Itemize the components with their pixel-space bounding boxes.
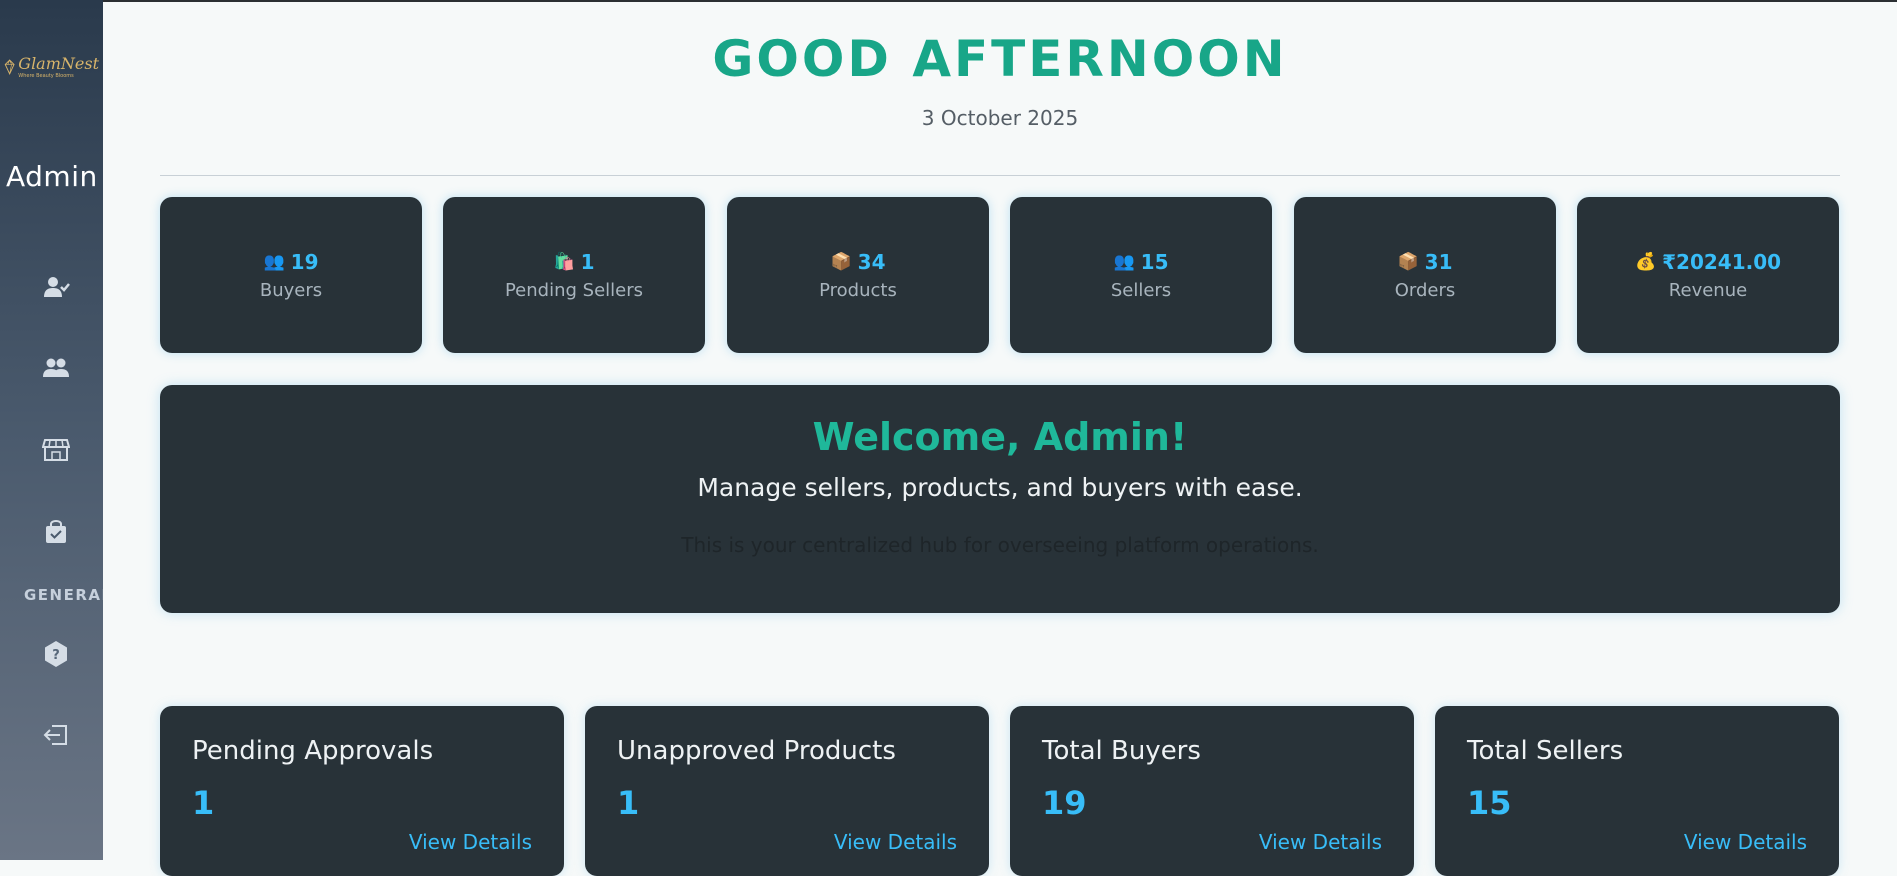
sellers-icon: 👥 <box>1113 251 1135 272</box>
stat-card-revenue[interactable]: 💰 ₹20241.00 Revenue <box>1577 197 1839 353</box>
card-pending-approvals: Pending Approvals 1 View Details <box>160 706 564 876</box>
brand-tagline: Where Beauty Blooms <box>18 72 74 79</box>
view-details-link[interactable]: View Details <box>1259 830 1382 854</box>
top-border <box>0 0 1897 2</box>
stat-value: 15 <box>1140 249 1169 274</box>
stat-label: Sellers <box>1110 279 1172 301</box>
brand-logo[interactable]: GlamNest Where Beauty Blooms <box>4 48 99 86</box>
stat-value: 19 <box>290 249 319 274</box>
stat-label: Products <box>819 279 897 301</box>
stat-card-sellers[interactable]: 👥 15 Sellers <box>1010 197 1272 353</box>
sidebar-item-users[interactable] <box>38 350 74 386</box>
welcome-subtitle: Manage sellers, products, and buyers wit… <box>697 473 1303 502</box>
store-icon <box>42 439 70 461</box>
package-icon: 📦 <box>830 251 852 272</box>
greeting-title: GOOD AFTERNOON <box>712 30 1288 88</box>
buyers-icon: 👥 <box>263 251 285 272</box>
stat-label: Pending Sellers <box>504 279 644 301</box>
stat-label: Buyers <box>259 279 323 301</box>
stat-card-pending-sellers[interactable]: 🛍️ 1 Pending Sellers <box>443 197 705 353</box>
sidebar-item-orders[interactable] <box>38 513 74 549</box>
stat-label: Revenue <box>1668 279 1748 301</box>
card-total-sellers: Total Sellers 15 View Details <box>1435 706 1839 876</box>
sidebar: GlamNest Where Beauty Blooms Admin GENER… <box>0 0 103 860</box>
stat-value: 1 <box>580 249 595 274</box>
logout-icon <box>43 725 67 745</box>
shopping-bag-icon <box>46 520 66 543</box>
current-date: 3 October 2025 <box>921 106 1079 130</box>
sidebar-item-logout[interactable] <box>38 717 74 753</box>
card-unapproved-products: Unapproved Products 1 View Details <box>585 706 989 876</box>
sidebar-item-help[interactable]: ? <box>38 636 74 672</box>
welcome-title: Welcome, Admin! <box>812 415 1188 459</box>
card-title: Unapproved Products <box>617 736 896 766</box>
view-details-link[interactable]: View Details <box>834 830 957 854</box>
card-title: Total Sellers <box>1467 736 1624 766</box>
card-title: Total Buyers <box>1042 736 1201 766</box>
sidebar-role-label: Admin <box>6 160 98 193</box>
brand-name: GlamNest <box>18 53 99 73</box>
view-details-link[interactable]: View Details <box>409 830 532 854</box>
stat-card-products[interactable]: 📦 34 Products <box>727 197 989 353</box>
card-value: 1 <box>617 784 640 822</box>
sidebar-item-stores[interactable] <box>38 431 74 467</box>
welcome-note: This is your centralized hub for oversee… <box>681 533 1319 557</box>
help-icon: ? <box>45 641 67 667</box>
stat-card-orders[interactable]: 📦 31 Orders <box>1294 197 1556 353</box>
orders-package-icon: 📦 <box>1397 251 1419 272</box>
stat-value: 34 <box>857 249 886 274</box>
card-value: 1 <box>192 784 215 822</box>
stat-card-buyers[interactable]: 👥 19 Buyers <box>160 197 422 353</box>
sidebar-section-general: GENERAL <box>24 586 103 604</box>
card-total-buyers: Total Buyers 19 View Details <box>1010 706 1414 876</box>
users-icon <box>43 358 69 377</box>
card-value: 19 <box>1042 784 1087 822</box>
svg-text:?: ? <box>52 648 60 663</box>
header-divider <box>160 175 1840 176</box>
money-bag-icon: 💰 <box>1634 251 1657 272</box>
user-check-icon <box>44 277 70 297</box>
sidebar-item-user-approvals[interactable] <box>38 269 74 305</box>
shopping-bags-icon: 🛍️ <box>553 251 575 272</box>
stat-label: Orders <box>1394 279 1456 301</box>
stat-value: 31 <box>1424 249 1453 274</box>
welcome-panel: Welcome, Admin! Manage sellers, products… <box>160 385 1840 613</box>
card-title: Pending Approvals <box>192 736 434 766</box>
view-details-link[interactable]: View Details <box>1684 830 1807 854</box>
stat-value: ₹20241.00 <box>1662 249 1782 274</box>
diamond-logo-icon <box>4 59 15 76</box>
card-value: 15 <box>1467 784 1512 822</box>
